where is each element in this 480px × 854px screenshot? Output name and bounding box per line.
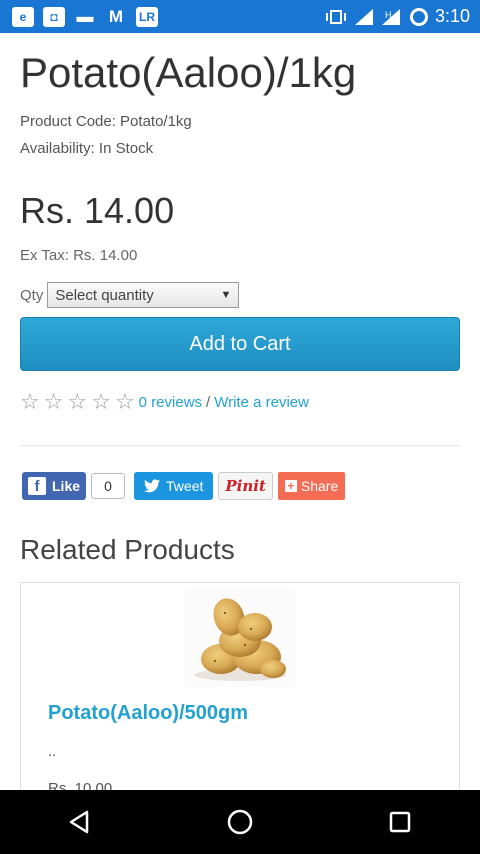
write-review-link[interactable]: Write a review [214, 394, 309, 411]
social-share-row: f Like 0 Tweet Pinit + Share [22, 472, 346, 500]
quantity-select-value: Select quantity [55, 286, 154, 304]
back-button[interactable] [50, 792, 110, 852]
potato-image [194, 598, 286, 681]
related-product-description: .. [48, 743, 57, 760]
product-code: Product Code: Potato/1kg [20, 113, 192, 130]
star-icon[interactable]: ☆ [91, 391, 111, 413]
dropdown-arrow-icon: ▼ [220, 289, 232, 301]
twitter-bird-icon [144, 479, 161, 493]
star-icon[interactable]: ☆ [20, 391, 40, 413]
like-count: 0 [91, 473, 126, 499]
vibrate-icon [325, 9, 346, 24]
tweet-button[interactable]: Tweet [134, 472, 214, 500]
system-icons: H 3:10 [325, 0, 470, 33]
divider [20, 445, 460, 446]
facebook-like-button[interactable]: f Like [22, 472, 87, 500]
quantity-label: Qty [20, 286, 44, 304]
recents-icon [389, 811, 411, 833]
home-icon [227, 809, 253, 835]
share-label: Share [300, 478, 339, 494]
review-row: ☆ ☆ ☆ ☆ ☆ 0 reviews / Write a review [20, 391, 309, 413]
ex-tax-price: Ex Tax: Rs. 14.00 [20, 247, 138, 264]
product-title: Potato(Aaloo)/1kg [20, 49, 357, 96]
back-icon [69, 810, 89, 834]
availability: Availability: In Stock [20, 140, 154, 157]
reviews-link[interactable]: 0 reviews [139, 394, 202, 411]
star-icon[interactable]: ☆ [67, 391, 87, 413]
sync-icon [409, 7, 428, 26]
related-product-name[interactable]: Potato(Aaloo)/500gm [48, 702, 248, 725]
star-icon[interactable]: ☆ [44, 391, 64, 413]
instagram-icon: ◘ [43, 6, 65, 27]
product-image[interactable] [185, 587, 295, 687]
facebook-icon: f [28, 477, 46, 495]
home-button[interactable] [210, 792, 270, 852]
message-icon: ▬ [76, 6, 94, 26]
quantity-select[interactable]: Select quantity ▼ [47, 282, 240, 308]
app-lr-icon: LR [136, 6, 158, 27]
pinterest-button[interactable]: Pinit [218, 472, 273, 500]
gmail-icon: M [108, 6, 124, 26]
signal-icon [354, 8, 373, 25]
clock: 3:10 [434, 6, 470, 26]
star-icon[interactable]: ☆ [115, 391, 135, 413]
review-separator: / [206, 393, 211, 411]
signal-h-icon: H [381, 8, 400, 25]
tweet-label: Tweet [166, 478, 204, 494]
status-bar: e ◘ ▬ M LR H 3:10 [0, 0, 480, 33]
facebook-like-label: Like [52, 478, 81, 494]
add-to-cart-button[interactable]: Add to Cart [20, 317, 460, 371]
related-product-card[interactable]: Potato(Aaloo)/500gm .. Rs. 10.00 [20, 582, 460, 822]
related-products-heading: Related Products [20, 534, 235, 565]
plus-icon: + [284, 480, 297, 492]
share-button[interactable]: + Share [277, 472, 346, 500]
svg-text:H: H [385, 10, 392, 20]
quantity-row: Qty Select quantity ▼ [20, 282, 240, 308]
calendar-icon: e [12, 6, 34, 27]
product-price: Rs. 14.00 [20, 190, 175, 231]
navigation-bar [0, 790, 480, 854]
notification-icons: e ◘ ▬ M LR [0, 6, 158, 27]
recents-button[interactable] [370, 792, 430, 852]
